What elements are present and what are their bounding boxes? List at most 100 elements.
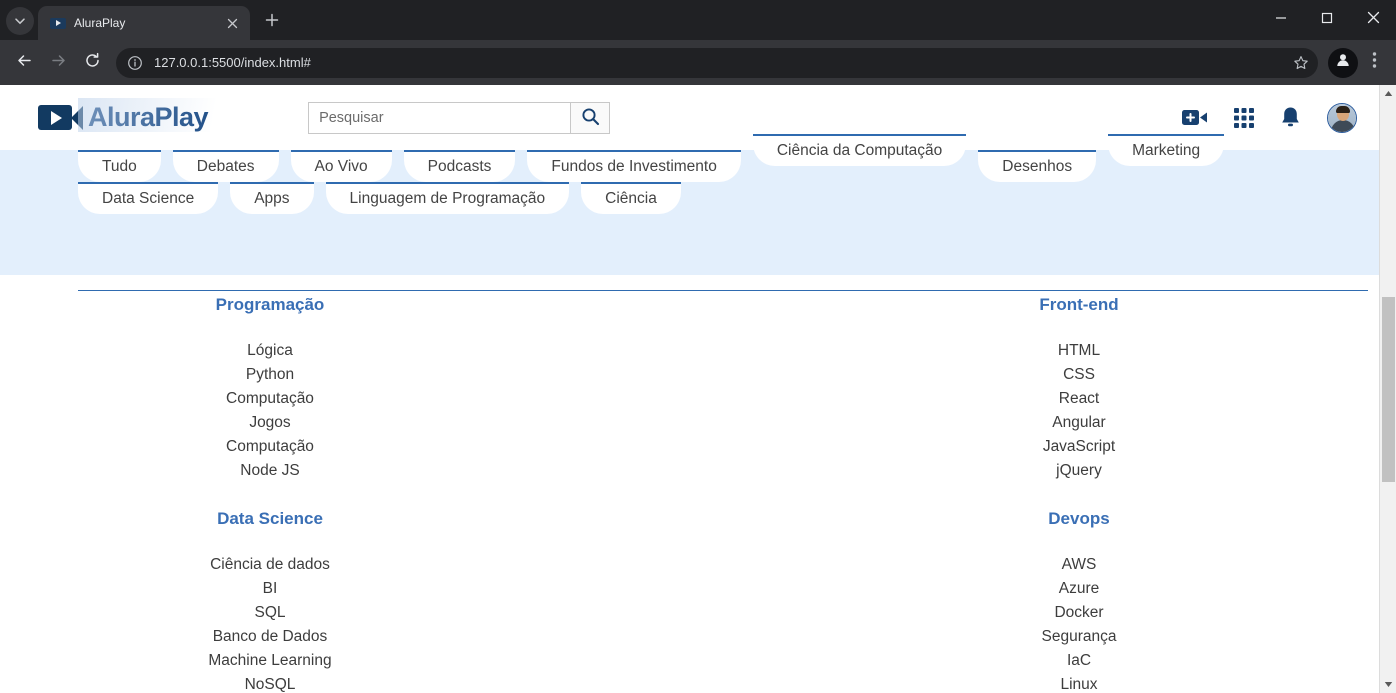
- browser-menu-button[interactable]: [1360, 47, 1388, 79]
- category-pill[interactable]: Desenhos: [978, 150, 1097, 182]
- category-pill[interactable]: Ciência: [581, 182, 681, 214]
- apps-grid-icon[interactable]: [1234, 107, 1254, 128]
- category-pill[interactable]: Tudo: [78, 150, 161, 182]
- new-tab-button[interactable]: [258, 8, 286, 36]
- browser-toolbar: 127.0.0.1:5500/index.html#: [0, 40, 1396, 85]
- video-plus-icon[interactable]: [1182, 108, 1208, 127]
- site-logo[interactable]: AluraPlay: [38, 98, 258, 133]
- category-bar: Tudo Debates Ao Vivo Podcasts Fundos de Inve…: [0, 134, 1379, 291]
- footer-link[interactable]: SQL: [120, 601, 420, 625]
- search-form: [308, 101, 611, 134]
- web-page: AluraPlay Pesquisar Tudo Debates Ao Vivo…: [0, 85, 1379, 693]
- window-maximize-button[interactable]: [1304, 0, 1350, 40]
- footer-link[interactable]: AWS: [929, 553, 1229, 577]
- window-minimize-button[interactable]: [1258, 0, 1304, 40]
- footer-link[interactable]: Docker: [929, 601, 1229, 625]
- forward-arrow-icon: [50, 52, 67, 74]
- tab-title: AluraPlay: [74, 16, 126, 30]
- window-controls: [1258, 0, 1396, 40]
- footer-link[interactable]: Node JS: [120, 459, 420, 483]
- site-footer: Programação Lógica Python Computação Jogos Co…: [0, 275, 1379, 693]
- scrollbar-thumb[interactable]: [1382, 297, 1395, 482]
- profile-avatar-icon: [1335, 52, 1351, 73]
- bookmark-star-button[interactable]: [1288, 50, 1314, 76]
- back-button[interactable]: [8, 47, 40, 79]
- category-pill[interactable]: Debates: [172, 150, 279, 182]
- forward-button[interactable]: [42, 47, 74, 79]
- tab-close-button[interactable]: [222, 13, 242, 33]
- page-viewport: AluraPlay Pesquisar Tudo Debates Ao Vivo…: [0, 85, 1396, 693]
- category-pill[interactable]: Apps: [230, 182, 314, 214]
- footer-heading[interactable]: Data Science: [120, 509, 420, 529]
- video-favicon-icon: [50, 15, 66, 31]
- footer-link[interactable]: CSS: [929, 363, 1229, 387]
- footer-link[interactable]: Linux: [929, 673, 1229, 693]
- footer-link[interactable]: Lógica: [120, 339, 420, 363]
- page-scrollbar[interactable]: [1379, 85, 1396, 693]
- footer-link[interactable]: React: [929, 387, 1229, 411]
- category-pill[interactable]: Linguagem de Programação: [325, 182, 570, 214]
- footer-link[interactable]: Jogos: [120, 411, 420, 435]
- category-pill-label: Apps: [254, 190, 290, 207]
- footer-link[interactable]: NoSQL: [120, 673, 420, 693]
- footer-link[interactable]: Angular: [929, 411, 1229, 435]
- category-pill-label: Debates: [196, 158, 255, 175]
- category-pill-label: Ao Vivo: [314, 158, 368, 175]
- footer-link[interactable]: IaC: [929, 649, 1229, 673]
- footer-link[interactable]: HTML: [929, 339, 1229, 363]
- footer-link[interactable]: Python: [120, 363, 420, 387]
- user-avatar[interactable]: [1327, 102, 1357, 133]
- browser-profile-button[interactable]: [1328, 47, 1358, 78]
- window-close-button[interactable]: [1350, 0, 1396, 40]
- footer-link[interactable]: Ciência de dados: [120, 553, 420, 577]
- category-pill-label: Ciência: [605, 190, 657, 207]
- category-pill-label: Fundos de Investimento: [551, 158, 717, 175]
- category-pill[interactable]: Ciência da Computação: [752, 134, 967, 166]
- info-circle-icon[interactable]: [126, 54, 144, 72]
- footer-link[interactable]: Segurança: [929, 625, 1229, 649]
- browser-tab[interactable]: AluraPlay: [38, 6, 250, 40]
- category-pill[interactable]: Ao Vivo: [290, 150, 392, 182]
- search-button[interactable]: [570, 101, 611, 134]
- plus-icon: [265, 13, 279, 32]
- footer-group: Devops AWS Azure Docker Segurança IaC Linux: [929, 509, 1229, 693]
- tab-strip: AluraPlay: [0, 0, 1396, 40]
- category-pill[interactable]: Marketing: [1108, 134, 1225, 166]
- search-input[interactable]: [308, 101, 571, 134]
- footer-group: Data Science Ciência de dados BI SQL Banco d…: [120, 509, 420, 693]
- bell-icon[interactable]: [1280, 106, 1301, 129]
- footer-link[interactable]: Computação: [120, 435, 420, 459]
- footer-column-left: Programação Lógica Python Computação Jogos Co…: [120, 295, 420, 693]
- category-pill[interactable]: Podcasts: [403, 150, 516, 182]
- address-bar-url: 127.0.0.1:5500/index.html#: [154, 55, 311, 70]
- category-pill-label: Podcasts: [427, 158, 492, 175]
- address-bar[interactable]: 127.0.0.1:5500/index.html#: [116, 47, 1318, 78]
- search-icon: [581, 107, 600, 129]
- category-pill-label: Ciência da Computação: [776, 142, 943, 159]
- tab-search-button[interactable]: [6, 7, 34, 35]
- reload-button[interactable]: [76, 47, 108, 79]
- footer-column-right: Front-end HTML CSS React Angular JavaScript jQ…: [929, 295, 1229, 693]
- category-pill-list: Tudo Debates Ao Vivo Podcasts Fundos de Inve…: [0, 134, 1360, 214]
- category-pill-label: Data Science: [102, 190, 195, 207]
- footer-link[interactable]: Computação: [120, 387, 420, 411]
- footer-link[interactable]: Banco de Dados: [120, 625, 420, 649]
- footer-heading[interactable]: Programação: [120, 295, 420, 315]
- scrollbar-down-arrow[interactable]: [1380, 676, 1396, 693]
- section-divider: [78, 290, 1368, 291]
- video-camera-icon: [38, 105, 84, 130]
- three-dots-vertical-icon: [1372, 51, 1377, 74]
- footer-link[interactable]: Machine Learning: [120, 649, 420, 673]
- browser-window: AluraPlay 127.0.0.1:5500/index.html# Alu…: [0, 0, 1396, 693]
- category-pill[interactable]: Data Science: [78, 182, 219, 214]
- back-arrow-icon: [16, 52, 33, 74]
- scrollbar-up-arrow[interactable]: [1380, 85, 1396, 102]
- footer-link[interactable]: jQuery: [929, 459, 1229, 483]
- footer-heading[interactable]: Devops: [929, 509, 1229, 529]
- footer-link[interactable]: JavaScript: [929, 435, 1229, 459]
- footer-link[interactable]: BI: [120, 577, 420, 601]
- footer-heading[interactable]: Front-end: [929, 295, 1229, 315]
- footer-group: Front-end HTML CSS React Angular JavaScript jQ…: [929, 295, 1229, 483]
- category-pill[interactable]: Fundos de Investimento: [527, 150, 741, 182]
- footer-link[interactable]: Azure: [929, 577, 1229, 601]
